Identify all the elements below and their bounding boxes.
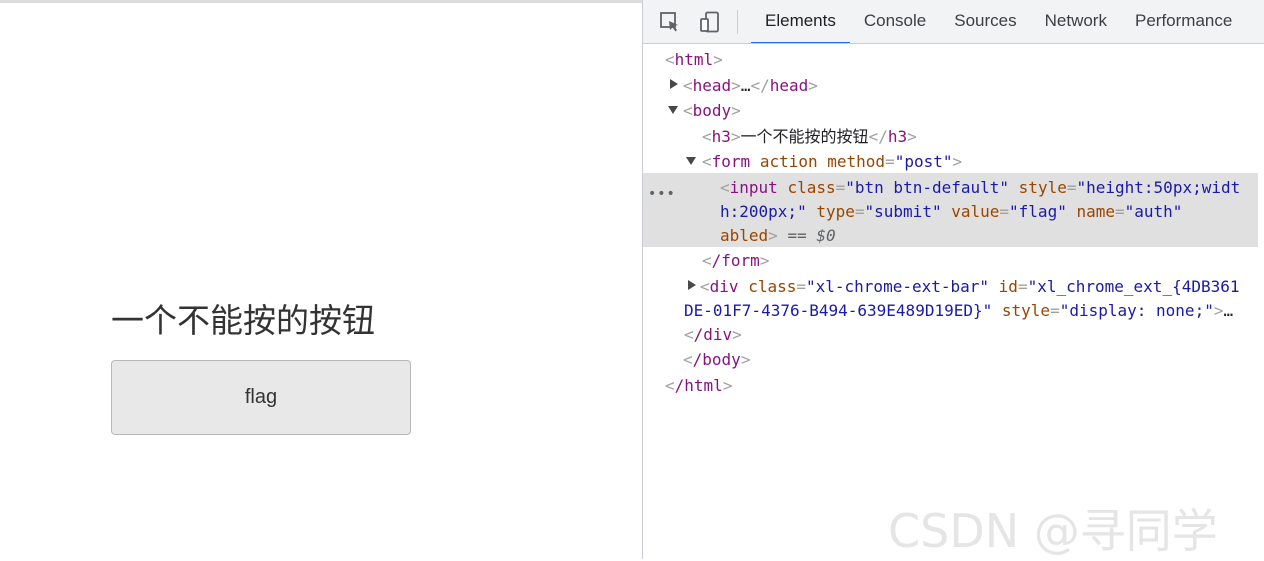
device-toggle-icon[interactable] [699, 11, 721, 33]
tag-name: html [674, 50, 714, 69]
expand-div-icon[interactable] [688, 280, 696, 290]
csdn-watermark: CSDN @寻同学 [888, 504, 1218, 558]
node-input-line-1[interactable]: <input class="btn btn-default" style="he… [720, 176, 1240, 200]
dom-tree: ••• <html> <head>…</head> <body> <h3>一个不… [643, 46, 1259, 559]
tag-name: head [692, 76, 732, 95]
dom-tree-scrollbar[interactable] [1258, 44, 1264, 559]
element-picker-icon[interactable] [659, 11, 681, 33]
node-div-line-2[interactable]: DE-01F7-4376-B494-639E489D19ED}" style="… [684, 299, 1233, 323]
tag-name: div [709, 277, 739, 296]
tag-name: h3 [711, 127, 731, 146]
attr-value: "height:50px;widt [1076, 178, 1241, 197]
node-text: 一个不能按的按钮 [740, 127, 869, 146]
attr-value: "submit" [864, 202, 942, 221]
node-actions-icon[interactable]: ••• [648, 186, 676, 202]
tag-name: form [711, 152, 751, 171]
tag-name: /body [692, 350, 741, 369]
attr-name: type [816, 202, 855, 221]
attr-value: h:200px;" [720, 202, 807, 221]
node-html-close[interactable]: </html> [665, 374, 732, 398]
expand-head-icon[interactable] [670, 79, 678, 89]
attr-name: style [1001, 301, 1051, 320]
attr-name: class [748, 277, 797, 296]
attr-name: method [827, 152, 886, 171]
tab-performance[interactable]: Performance [1121, 0, 1246, 43]
flag-submit-button[interactable]: flag [111, 360, 411, 435]
attr-name: abled [720, 226, 769, 245]
devtools-toolbar: Elements Console Sources Network Perform… [643, 0, 1264, 44]
collapsed-ellipsis: … [740, 76, 751, 95]
attr-name: name [1076, 202, 1115, 221]
node-h3[interactable]: <h3>一个不能按的按钮</h3> [702, 125, 917, 149]
attr-value: "auth" [1124, 202, 1183, 221]
node-input-line-3[interactable]: abled> == $0 [720, 224, 836, 248]
node-body-close[interactable]: </body> [683, 348, 750, 372]
attr-name: class [787, 178, 836, 197]
attr-value: "post" [894, 152, 953, 171]
tab-console[interactable]: Console [850, 0, 940, 43]
tag-name: head [769, 76, 809, 95]
tag-name: body [692, 101, 732, 120]
node-input-line-2[interactable]: h:200px;" type="submit" value="flag" nam… [720, 200, 1182, 224]
attr-value: "btn btn-default" [845, 178, 1010, 197]
attr-value: "xl_chrome_ext_{4DB361 [1027, 277, 1240, 296]
devtools-panel: Elements Console Sources Network Perform… [642, 0, 1264, 559]
tab-sources[interactable]: Sources [940, 0, 1030, 43]
tab-network[interactable]: Network [1031, 0, 1121, 43]
attr-name: id [998, 277, 1018, 296]
tag-name: /form [711, 251, 760, 270]
tag-name: input [729, 178, 778, 197]
page-viewport: 一个不能按的按钮 flag [0, 0, 642, 559]
node-form-open[interactable]: <form action method="post"> [702, 150, 962, 174]
tag-name: /div [693, 325, 733, 344]
tab-elements[interactable]: Elements [751, 0, 850, 43]
page-title: 一个不能按的按钮 [111, 301, 375, 340]
selected-node-marker: == $0 [787, 226, 836, 245]
node-head[interactable]: <head>…</head> [683, 74, 818, 98]
node-html-open[interactable]: <html> [665, 48, 723, 72]
node-div-close[interactable]: </div> [684, 323, 742, 347]
attr-name: style [1018, 178, 1067, 197]
attr-value: "flag" [1009, 202, 1067, 221]
tag-name: /html [674, 376, 723, 395]
tag-name: h3 [887, 127, 908, 146]
attr-value: "xl-chrome-ext-bar" [806, 277, 990, 296]
attr-value: "display: none;" [1059, 301, 1214, 320]
attr-name: value [951, 202, 1000, 221]
toolbar-separator [737, 10, 738, 34]
attr-name: action [759, 152, 818, 171]
node-body-open[interactable]: <body> [683, 99, 741, 123]
node-div-line-1[interactable]: <div class="xl-chrome-ext-bar" id="xl_ch… [700, 275, 1240, 299]
collapsed-ellipsis: … [1223, 301, 1234, 320]
node-form-close[interactable]: </form> [702, 249, 769, 273]
collapse-form-icon[interactable] [686, 157, 696, 165]
devtools-tabs: Elements Console Sources Network Perform… [751, 0, 1246, 43]
attr-value: DE-01F7-4376-B494-639E489D19ED}" [684, 301, 993, 320]
collapse-body-icon[interactable] [668, 106, 678, 114]
